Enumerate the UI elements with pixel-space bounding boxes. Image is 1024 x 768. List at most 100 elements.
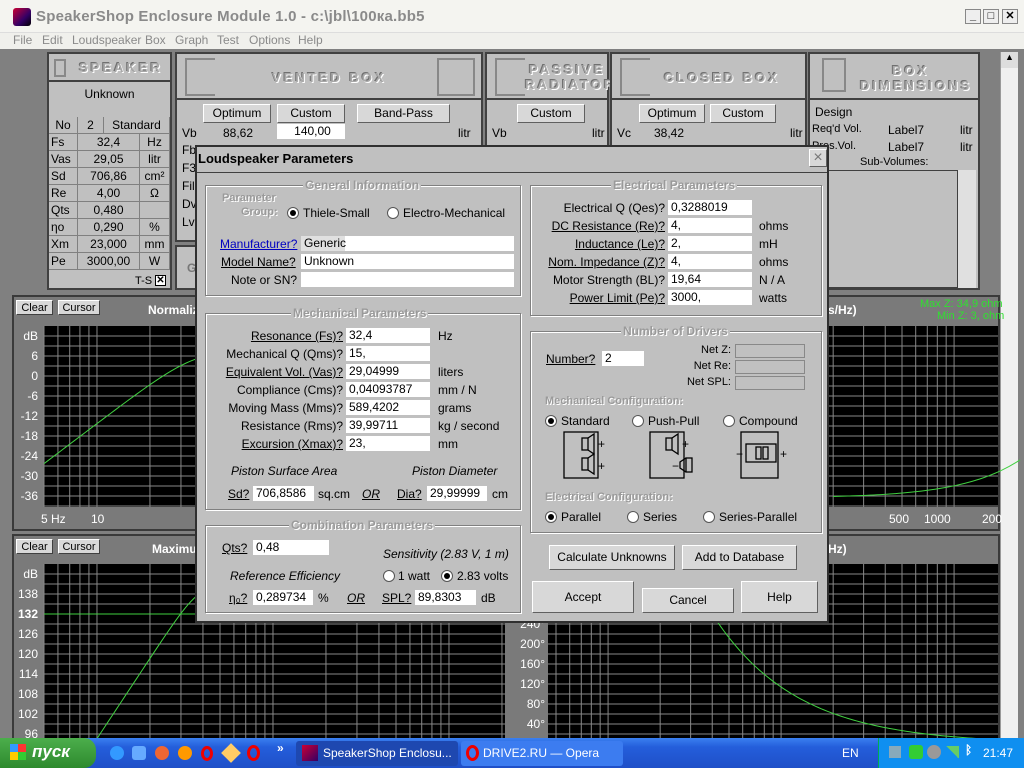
net-re-value <box>735 360 805 374</box>
svg-text:+: + <box>598 437 605 451</box>
sensitivity-label: Sensitivity (2.83 V, 1 m) <box>383 547 509 561</box>
qts-input[interactable]: 0,48 <box>253 540 329 555</box>
start-button[interactable]: пуск <box>0 738 96 768</box>
ie-icon[interactable] <box>110 746 124 760</box>
combination-title: Combination Parameters <box>289 518 436 532</box>
mech-param-unit: kg / second <box>438 419 500 433</box>
mech-param-input[interactable]: 29,04999 <box>346 364 430 379</box>
mech-param-label[interactable]: Equivalent Vol. (Vas)? <box>205 365 343 379</box>
cancel-button[interactable]: Cancel <box>642 588 734 613</box>
y-tick-label: 126 <box>18 627 38 641</box>
series-radio[interactable] <box>627 511 639 523</box>
elec-param-input[interactable]: 2, <box>668 236 752 251</box>
mech-param-input[interactable]: 589,4202 <box>346 400 430 415</box>
app-shortcut-icon[interactable] <box>132 746 146 760</box>
mech-param-input[interactable]: 32,4 <box>346 328 430 343</box>
qts-label[interactable]: Qts? <box>222 541 247 555</box>
standard-label[interactable]: Standard <box>561 414 610 428</box>
y-tick-label: -18 <box>21 429 39 443</box>
mech-param-label: Resistance (Rms)? <box>240 419 343 433</box>
spl-unit: dB <box>481 591 496 605</box>
number-input[interactable]: 2 <box>602 351 644 366</box>
electro-mechanical-radio[interactable] <box>387 207 399 219</box>
mech-param-input[interactable]: 15, <box>346 346 430 361</box>
dialog-close-button[interactable]: × <box>809 149 827 167</box>
elec-param-label[interactable]: Inductance (Le)? <box>530 237 665 251</box>
net-z-value <box>735 344 805 358</box>
series-parallel-label[interactable]: Series-Parallel <box>719 510 797 524</box>
opera-icon-2[interactable] <box>247 745 260 761</box>
standard-radio[interactable] <box>545 415 557 427</box>
one-watt-label[interactable]: 1 watt <box>398 569 430 583</box>
note-input[interactable] <box>301 272 514 287</box>
language-indicator[interactable]: EN <box>842 746 859 760</box>
elec-param-unit: watts <box>759 291 788 305</box>
eta-input[interactable]: 0,289734 <box>253 590 313 605</box>
mech-param-unit: Hz <box>438 329 453 343</box>
mech-param-label[interactable]: Excursion (Xmax)? <box>205 437 343 451</box>
manufacturer-link[interactable]: Manufacturer? <box>220 237 297 251</box>
mechanical-title: Mechanical Parameters <box>291 306 429 320</box>
y-tick-label: 132 <box>18 607 38 621</box>
spl-label[interactable]: SPL? <box>382 591 411 605</box>
speaker-tray-icon[interactable] <box>889 746 901 758</box>
y-tick-label: 80° <box>527 697 545 711</box>
manufacturer-input[interactable]: Generic <box>301 236 514 251</box>
elec-param-input[interactable]: 3000, <box>668 290 752 305</box>
network-tray-icon[interactable] <box>909 745 923 759</box>
elec-param-label[interactable]: Nom. Impedance (Z)? <box>530 255 665 269</box>
parallel-label[interactable]: Parallel <box>561 510 601 524</box>
mech-param-input[interactable]: 0,04093787 <box>346 382 430 397</box>
firefox-icon[interactable] <box>178 746 192 760</box>
dia-label[interactable]: Dia? <box>397 487 422 501</box>
push-pull-label[interactable]: Push-Pull <box>648 414 699 428</box>
spl-input[interactable]: 89,8303 <box>415 590 476 605</box>
series-parallel-radio[interactable] <box>703 511 715 523</box>
quicklaunch-more[interactable]: » <box>277 741 284 755</box>
add-to-database-button[interactable]: Add to Database <box>682 545 797 570</box>
opera-icon[interactable] <box>201 746 213 761</box>
help-button[interactable]: Help <box>741 581 818 613</box>
y-tick-label: 138 <box>18 587 38 601</box>
elec-param-input[interactable]: 19,64 <box>668 272 752 287</box>
elec-param-label[interactable]: DC Resistance (Re)? <box>530 219 665 233</box>
electro-mechanical-label[interactable]: Electro-Mechanical <box>403 206 505 220</box>
disk-tray-icon[interactable] <box>927 745 941 759</box>
model-name-input[interactable]: Unknown <box>301 254 514 269</box>
model-name-label[interactable]: Model Name? <box>221 255 296 269</box>
elec-param-label[interactable]: Power Limit (Pe)? <box>530 291 665 305</box>
parallel-radio[interactable] <box>545 511 557 523</box>
or-label-2: OR <box>347 591 365 605</box>
elec-param-input[interactable]: 4, <box>668 218 752 233</box>
series-label[interactable]: Series <box>643 510 677 524</box>
volts-radio[interactable] <box>441 570 453 582</box>
one-watt-radio[interactable] <box>383 570 395 582</box>
signal-tray-icon[interactable] <box>945 746 959 758</box>
compound-label[interactable]: Compound <box>739 414 798 428</box>
media-icon[interactable] <box>155 746 169 760</box>
elec-param-input[interactable]: 0,3288019 <box>668 200 752 215</box>
eta-label[interactable]: η₀? <box>229 591 247 605</box>
mech-param-input[interactable]: 23, <box>346 436 430 451</box>
net-spl-value <box>735 376 805 390</box>
mech-param-label[interactable]: Resonance (Fs)? <box>205 329 343 343</box>
mech-param-input[interactable]: 39,99711 <box>346 418 430 433</box>
mech-param-label: Mechanical Q (Qms)? <box>226 347 343 361</box>
bluetooth-tray-icon[interactable]: ᛒ <box>965 743 972 757</box>
accept-button[interactable]: Accept <box>532 581 634 613</box>
x-tick-label: 5 Hz <box>41 512 66 526</box>
dia-input[interactable]: 29,99999 <box>427 486 487 501</box>
volts-label[interactable]: 2.83 volts <box>457 569 508 583</box>
sd-input[interactable]: 706,8586 <box>253 486 314 501</box>
compound-radio[interactable] <box>723 415 735 427</box>
sd-label[interactable]: Sd? <box>228 487 249 501</box>
push-pull-radio[interactable] <box>632 415 644 427</box>
parameter-label: Parameter <box>222 192 276 204</box>
elec-param-input[interactable]: 4, <box>668 254 752 269</box>
task-opera[interactable]: DRIVE2.RU — Opera <box>461 741 623 766</box>
thiele-small-label[interactable]: Thiele-Small <box>303 206 370 220</box>
number-label[interactable]: Number? <box>546 352 595 366</box>
task-speakershop[interactable]: SpeakerShop Enclosu... <box>296 741 458 766</box>
calculate-unknowns-button[interactable]: Calculate Unknowns <box>549 545 675 570</box>
thiele-small-radio[interactable] <box>287 207 299 219</box>
